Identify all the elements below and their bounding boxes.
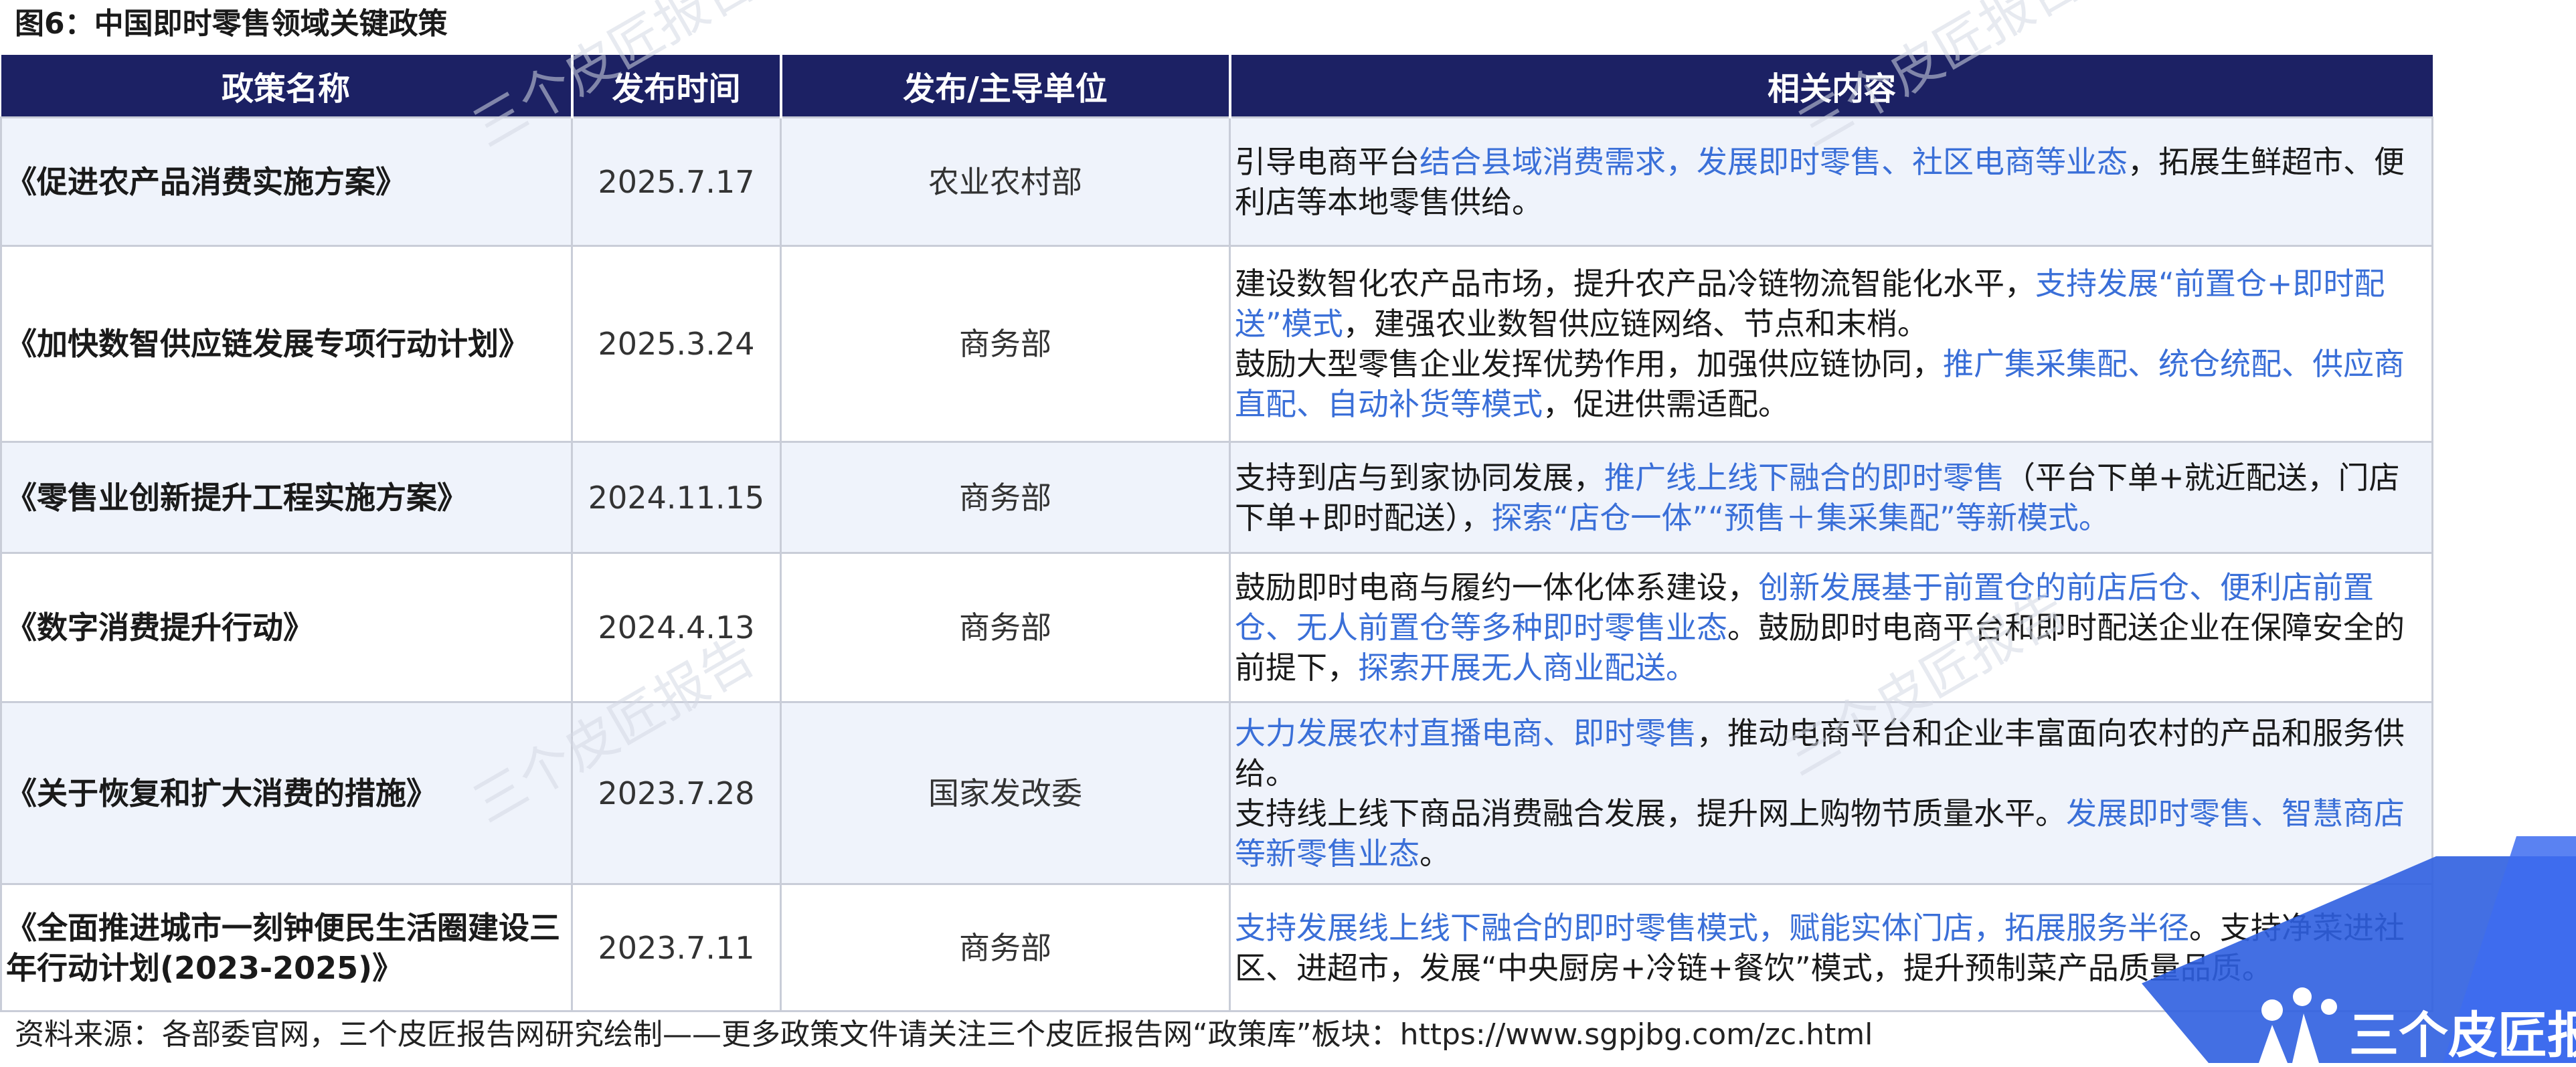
content-paragraph: 鼓励即时电商与履约一体化体系建设，创新发展基于前置仓的前店后仓、便利店前置仓、无… (1235, 567, 2426, 688)
content-paragraph: 支持线上线下商品消费融合发展，提升网上购物节质量水平。发展即时零售、智慧商店等新… (1235, 793, 2426, 874)
table-row: 《关于恢复和扩大消费的措施》 2023.7.28 国家发改委 大力发展农村直播电… (0, 701, 2433, 885)
highlighted-text: 探索“店仓一体”“预售＋集采集配”等新模式。 (1491, 499, 2110, 536)
issuing-unit-cell: 农业农村部 (780, 116, 1231, 247)
header-release-date: 发布时间 (572, 55, 782, 118)
related-content-cell: 建设数智化农产品市场，提升农产品冷链物流智能化水平，支持发展“前置仓+即时配送”… (1229, 245, 2433, 443)
issuing-unit-cell: 商务部 (780, 245, 1231, 443)
highlighted-text: 探索开展无人商业配送。 (1358, 650, 1697, 686)
figure-title: 图6：中国即时零售领域关键政策 (15, 7, 448, 41)
content-text: 支持线上线下商品消费融合发展，提升网上购物节质量水平。 (1235, 795, 2066, 832)
highlighted-text: 推广线上线下融合的即时零售 (1604, 459, 2004, 496)
header-policy-name: 政策名称 (1, 55, 574, 118)
policy-name-cell: 《全面推进城市一刻钟便民生活圈建设三年行动计划(2023-2025)》 (0, 883, 573, 1012)
release-date-cell: 2023.7.28 (571, 701, 782, 885)
content-paragraph: 支持到店与到家协同发展，推广线上线下融合的即时零售（平台下单+就近配送，门店下单… (1235, 458, 2426, 538)
policy-name-cell: 《促进农产品消费实施方案》 (0, 116, 573, 247)
content-text: ，建强农业数智供应链网络、节点和末梢。 (1343, 306, 1928, 342)
table-header-row: 政策名称 发布时间 发布/主导单位 相关内容 (1, 55, 2433, 118)
table-row: 《零售业创新提升工程实施方案》 2024.11.15 商务部 支持到店与到家协同… (0, 441, 2433, 554)
policy-name-cell: 《数字消费提升行动》 (0, 552, 573, 703)
highlighted-text: 结合县域消费需求，发展即时零售、社区电商等业态 (1420, 143, 2128, 180)
content-paragraph: 支持发展线上线下融合的即时零售模式，赋能实体门店，拓展服务半径。支持净菜进社区、… (1235, 908, 2426, 988)
content-paragraph: 大力发展农村直播电商、即时零售，推动电商平台和企业丰富面向农村的产品和服务供给。 (1235, 713, 2426, 793)
related-content-cell: 大力发展农村直播电商、即时零售，推动电商平台和企业丰富面向农村的产品和服务供给。… (1229, 701, 2433, 885)
content-text: 支持到店与到家协同发展， (1235, 459, 1604, 496)
policy-name-cell: 《零售业创新提升工程实施方案》 (0, 441, 573, 554)
release-date-cell: 2025.3.24 (571, 245, 782, 443)
source-note: 资料来源：各部委官网，三个皮匠报告网研究绘制——更多政策文件请关注三个皮匠报告网… (15, 1017, 1873, 1052)
table-row: 《加快数智供应链发展专项行动计划》 2025.3.24 商务部 建设数智化农产品… (0, 245, 2433, 443)
release-date-cell: 2024.11.15 (571, 441, 782, 554)
content-paragraph: 引导电商平台结合县域消费需求，发展即时零售、社区电商等业态，拓展生鲜超市、便利店… (1235, 142, 2426, 222)
content-text: 。 (1420, 835, 1450, 872)
content-text: 鼓励即时电商与履约一体化体系建设， (1235, 569, 1758, 605)
table-row: 《数字消费提升行动》 2024.4.13 商务部 鼓励即时电商与履约一体化体系建… (0, 552, 2433, 703)
related-content-cell: 支持发展线上线下融合的即时零售模式，赋能实体门店，拓展服务半径。支持净菜进社区、… (1229, 883, 2433, 1012)
table-row: 《全面推进城市一刻钟便民生活圈建设三年行动计划(2023-2025)》 2023… (0, 883, 2433, 1012)
release-date-cell: 2023.7.11 (571, 883, 782, 1012)
brand-name: 三个皮匠报告 (2349, 1007, 2576, 1064)
highlighted-text: 大力发展农村直播电商、即时零售 (1235, 714, 1697, 751)
policy-name-cell: 《加快数智供应链发展专项行动计划》 (0, 245, 573, 443)
release-date-cell: 2024.4.13 (571, 552, 782, 703)
related-content-cell: 支持到店与到家协同发展，推广线上线下融合的即时零售（平台下单+就近配送，门店下单… (1229, 441, 2433, 554)
content-text: 引导电商平台 (1235, 143, 1420, 180)
policy-name-cell: 《关于恢复和扩大消费的措施》 (0, 701, 573, 885)
issuing-unit-cell: 商务部 (780, 552, 1231, 703)
release-date-cell: 2025.7.17 (571, 116, 782, 247)
policy-table: 政策名称 发布时间 发布/主导单位 相关内容 《促进农产品消费实施方案》 202… (0, 55, 2433, 1012)
issuing-unit-cell: 国家发改委 (780, 701, 1231, 885)
content-paragraph: 鼓励大型零售企业发挥优势作用，加强供应链协同，推广集采集配、统仓统配、供应商直配… (1235, 344, 2426, 424)
related-content-cell: 引导电商平台结合县域消费需求，发展即时零售、社区电商等业态，拓展生鲜超市、便利店… (1229, 116, 2433, 247)
table-row: 《促进农产品消费实施方案》 2025.7.17 农业农村部 引导电商平台结合县域… (0, 116, 2433, 247)
header-issuing-unit: 发布/主导单位 (780, 55, 1231, 118)
issuing-unit-cell: 商务部 (780, 441, 1231, 554)
content-text: 鼓励大型零售企业发挥优势作用，加强供应链协同， (1235, 346, 1943, 382)
related-content-cell: 鼓励即时电商与履约一体化体系建设，创新发展基于前置仓的前店后仓、便利店前置仓、无… (1229, 552, 2433, 703)
content-text: 建设数智化农产品市场，提升农产品冷链物流智能化水平， (1235, 266, 2035, 302)
highlighted-text: 支持发展线上线下融合的即时零售模式，赋能实体门店，拓展服务半径 (1235, 909, 2189, 946)
issuing-unit-cell: 商务部 (780, 883, 1231, 1012)
header-related-content: 相关内容 (1229, 55, 2433, 118)
content-text: ，促进供需适配。 (1543, 386, 1789, 422)
content-paragraph: 建设数智化农产品市场，提升农产品冷链物流智能化水平，支持发展“前置仓+即时配送”… (1235, 264, 2426, 344)
